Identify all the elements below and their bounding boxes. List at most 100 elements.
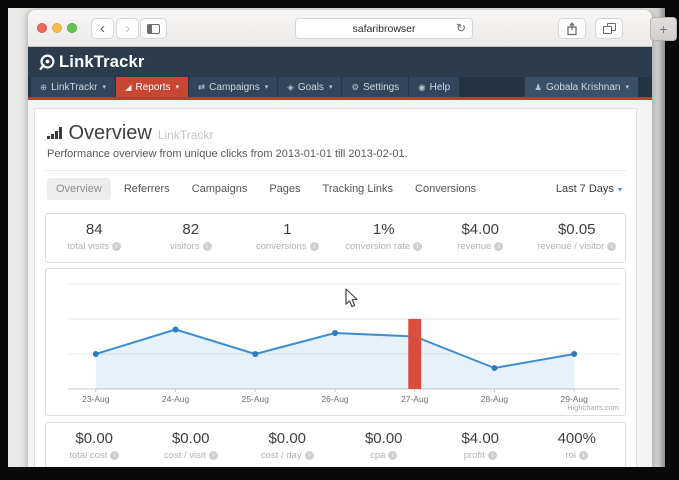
- wrench-icon: ⚙: [351, 82, 359, 93]
- stat-label-text: total cost: [69, 450, 107, 461]
- tab-tracking-links[interactable]: Tracking Links: [314, 178, 403, 200]
- globe-icon: ⊕: [40, 82, 47, 93]
- menu-item-label: Help: [430, 82, 451, 93]
- stat-value: 400%: [529, 430, 626, 447]
- user-icon: ♟: [534, 82, 542, 93]
- info-icon[interactable]: i: [112, 242, 121, 251]
- caret-down-icon: ▾: [102, 83, 106, 91]
- stat-label: conversion ratei: [336, 241, 433, 252]
- user-menu[interactable]: ♟ Gobala Krishnan ▾: [525, 77, 638, 97]
- menu-item-help[interactable]: ◉Help: [409, 77, 459, 97]
- user-name-label: Gobala Krishnan: [546, 82, 621, 93]
- zoom-window-button[interactable]: [67, 23, 77, 33]
- bar-chart-header-icon: [47, 126, 62, 139]
- diamond-icon: ◈: [287, 82, 294, 93]
- show-tabs-button[interactable]: [595, 18, 623, 39]
- tab-referrers[interactable]: Referrers: [115, 178, 179, 200]
- stat-value: $0.05: [529, 221, 626, 238]
- sidebar-toggle-button[interactable]: [140, 18, 167, 39]
- page-header: Overview LinkTrackr Performance overview…: [45, 109, 626, 171]
- stat-cpa: $0.00 cpai: [336, 423, 433, 467]
- minimize-window-button[interactable]: [52, 23, 62, 33]
- page-title-suffix: LinkTrackr: [158, 128, 214, 142]
- menu-item-settings[interactable]: ⚙ Settings: [342, 77, 408, 97]
- share-button[interactable]: [558, 18, 586, 39]
- report-tabs: OverviewReferrersCampaignsPagesTracking …: [45, 171, 626, 207]
- menu-item-reports[interactable]: ◢Reports▾: [116, 77, 188, 97]
- stat-value: 1%: [336, 221, 433, 238]
- stat-visitors: 82visitorsi: [143, 214, 240, 262]
- stat-label: roii: [529, 450, 626, 461]
- stat-label-text: conversion rate: [345, 241, 410, 252]
- caret-down-icon: ▾: [625, 83, 629, 91]
- stat-label-text: cost / day: [261, 450, 302, 461]
- chevron-left-icon: ‹: [100, 21, 105, 36]
- stat-cost-day: $0.00 cost / dayi: [239, 423, 336, 467]
- info-icon[interactable]: i: [203, 242, 212, 251]
- stat-label-text: cpa: [370, 450, 385, 461]
- stat-label: conversionsi: [239, 241, 336, 252]
- forward-button[interactable]: ›: [116, 18, 139, 39]
- sidebar-icon: [147, 24, 160, 34]
- stat-value: $0.00: [239, 430, 336, 447]
- info-icon[interactable]: i: [110, 451, 119, 460]
- info-icon[interactable]: i: [305, 451, 314, 460]
- stat-roi: 400% roii: [529, 423, 626, 467]
- new-tab-button[interactable]: +: [650, 17, 677, 41]
- info-icon[interactable]: i: [388, 451, 397, 460]
- svg-text:24-Aug: 24-Aug: [162, 394, 190, 404]
- menu-item-goals[interactable]: ◈ Goals ▾: [278, 77, 341, 97]
- stat-label-text: revenue / visitor: [537, 241, 604, 252]
- stat-label: cpai: [336, 450, 433, 461]
- stat-label: cost / dayi: [239, 450, 336, 461]
- stats-row-top: 84total visitsi82visitorsi1conversionsi1…: [45, 213, 626, 263]
- address-bar[interactable]: safaribrowser ↻: [295, 18, 473, 39]
- menu-item-label: Settings: [363, 82, 399, 93]
- stat-value: 82: [143, 221, 240, 238]
- close-window-button[interactable]: [37, 23, 47, 33]
- info-icon[interactable]: i: [494, 242, 503, 251]
- desktop-background: ‹ › safaribrowser ↻: [8, 8, 665, 467]
- info-icon[interactable]: i: [607, 242, 616, 251]
- shuffle-icon: ⇄: [198, 82, 205, 93]
- app-logo[interactable]: LinkTrackr: [38, 53, 144, 72]
- menu-item-campaigns[interactable]: ⇄Campaigns▾: [189, 77, 277, 97]
- menu-item-label: Campaigns: [209, 82, 260, 93]
- stat-label-text: roi: [565, 450, 576, 461]
- stat-label: cost / visiti: [143, 450, 240, 461]
- refresh-icon[interactable]: ↻: [456, 21, 466, 35]
- stat-conversions: 1conversionsi: [239, 214, 336, 262]
- info-icon[interactable]: i: [488, 451, 497, 460]
- tab-pages[interactable]: Pages: [260, 178, 309, 200]
- app-menubar: ⊕LinkTrackr▾◢Reports▾⇄Campaigns▾◈Goals▾⚙…: [28, 77, 652, 100]
- stat-value: $4.00: [432, 430, 529, 447]
- svg-text:26-Aug: 26-Aug: [321, 394, 349, 404]
- linktrackr-logo-icon: [38, 53, 56, 71]
- tab-campaigns[interactable]: Campaigns: [183, 178, 257, 200]
- caret-down-icon: ▾: [176, 83, 180, 91]
- chevron-right-icon: ›: [125, 21, 130, 36]
- menu-item-label: Goals: [298, 82, 324, 93]
- svg-text:25-Aug: 25-Aug: [242, 394, 270, 404]
- stat-conversion-rate: 1% conversion ratei: [336, 214, 433, 262]
- stat-value: $0.00: [336, 430, 433, 447]
- back-button[interactable]: ‹: [91, 18, 114, 39]
- stat-revenue-visitor: $0.05 revenue / visitori: [529, 214, 626, 262]
- tab-conversions[interactable]: Conversions: [406, 178, 485, 200]
- tab-overview[interactable]: Overview: [47, 178, 111, 200]
- info-icon[interactable]: i: [209, 451, 218, 460]
- stat-value: 84: [46, 221, 143, 238]
- stat-revenue: $4.00revenuei: [432, 214, 529, 262]
- plus-icon: +: [659, 21, 667, 37]
- info-icon[interactable]: i: [579, 451, 588, 460]
- info-icon[interactable]: i: [310, 242, 319, 251]
- stat-label-text: profit: [464, 450, 485, 461]
- caret-down-icon: ▾: [329, 83, 333, 91]
- menu-item-linktrackr[interactable]: ⊕LinkTrackr▾: [31, 77, 115, 97]
- app-navbar: LinkTrackr: [28, 47, 652, 77]
- caret-down-icon: ▾: [618, 185, 622, 194]
- stat-label-text: conversions: [256, 241, 307, 252]
- date-range-selector[interactable]: Last 7 Days ▾: [556, 183, 622, 195]
- info-icon[interactable]: i: [413, 242, 422, 251]
- menu-item-label: Reports: [136, 82, 171, 93]
